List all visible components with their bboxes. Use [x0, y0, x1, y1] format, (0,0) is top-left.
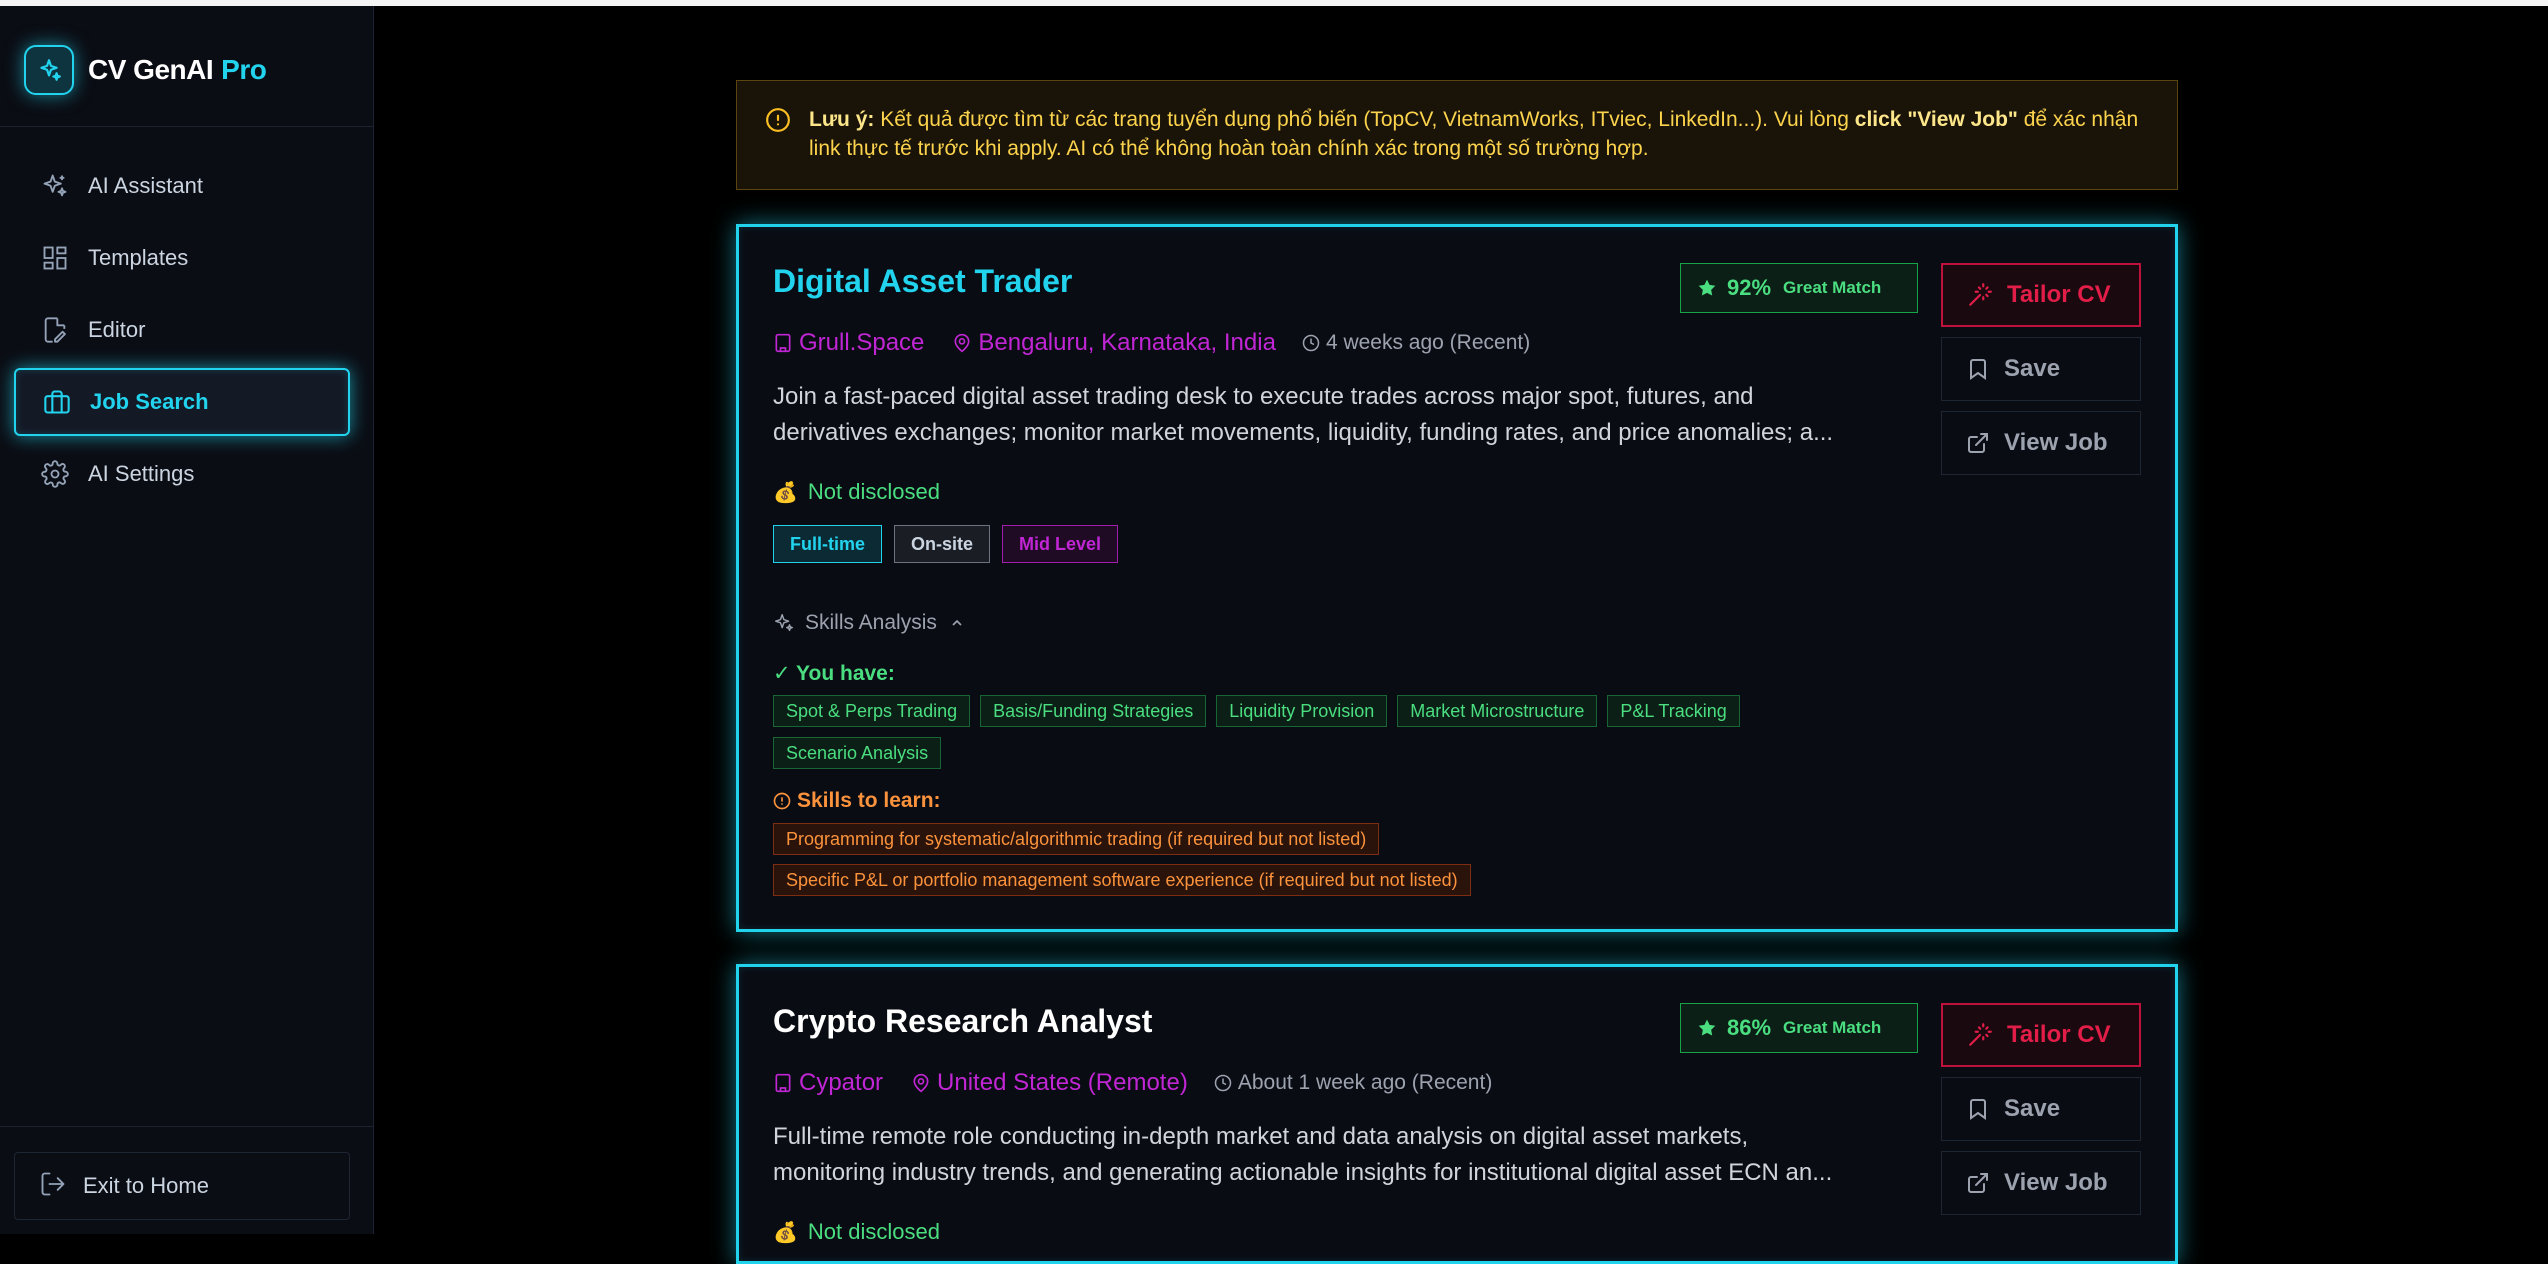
building-icon	[775, 1073, 791, 1093]
money-bag-icon: 💰	[773, 1221, 798, 1244]
brand[interactable]: CV GenAI Pro	[24, 42, 267, 98]
sidebar-item-label: Editor	[88, 317, 146, 342]
location: Bengaluru, Karnataka, India	[952, 329, 1276, 357]
gear-icon	[40, 459, 70, 489]
notice-banner: Lưu ý: Kết quả được tìm từ các trang tuy…	[736, 80, 2178, 190]
job-actions: Tailor CV Save View Job	[1941, 1003, 2141, 1225]
skill-chip: Spot & Perps Trading	[773, 695, 971, 727]
notice-text: Lưu ý: Kết quả được tìm từ các trang tuy…	[809, 108, 2139, 160]
sidebar-item-label: AI Settings	[88, 461, 195, 486]
skill-chip: Market Microstructure	[1397, 695, 1598, 727]
skill-chip: Basis/Funding Strategies	[980, 695, 1207, 727]
sidebar-item-ai-settings[interactable]: AI Settings	[14, 440, 350, 508]
tag-employment-type: Full-time	[773, 525, 882, 563]
missing-skills: Programming for systematic/algorithmic t…	[773, 823, 1471, 905]
sidebar-item-label: AI Assistant	[88, 173, 203, 198]
skills-analysis-toggle[interactable]: Skills Analysis	[773, 611, 965, 635]
brand-name: CV GenAI Pro	[88, 54, 267, 85]
alert-circle-icon	[765, 107, 791, 133]
pro-badge: Pro	[221, 54, 267, 85]
exit-label: Exit to Home	[83, 1173, 209, 1198]
external-link-icon	[1968, 1173, 1988, 1193]
building-icon	[775, 333, 791, 353]
match-score-badge: 92% Great Match	[1680, 263, 1918, 313]
skill-gap-chip: Programming for systematic/algorithmic t…	[773, 823, 1380, 855]
company: Grull.Space	[773, 329, 924, 357]
sidebar-item-templates[interactable]: Templates	[14, 224, 350, 292]
job-tags: Full-time On-site Mid Level	[773, 525, 1130, 563]
skill-chip: Scenario Analysis	[773, 737, 942, 769]
tag-work-site: On-site	[894, 525, 991, 563]
salary: 💰 Not disclosed	[773, 479, 940, 504]
top-strip	[0, 0, 2548, 6]
money-bag-icon: 💰	[773, 481, 798, 504]
you-have-heading: ✓ You have:	[773, 662, 895, 685]
divider	[0, 126, 374, 127]
matched-skills: Spot & Perps Trading Basis/Funding Strat…	[773, 695, 1873, 779]
tag-level: Mid Level	[1002, 525, 1119, 563]
posted-time: 4 weeks ago (Recent)	[1302, 331, 1530, 355]
tailor-cv-button[interactable]: Tailor CV	[1941, 263, 2141, 327]
company: Cypator	[773, 1069, 883, 1097]
sidebar-item-ai-assistant[interactable]: AI Assistant	[14, 152, 350, 220]
map-pin-icon	[954, 333, 970, 353]
exit-to-home-button[interactable]: Exit to Home	[14, 1152, 350, 1220]
star-icon	[1698, 1019, 1716, 1036]
alert-circle-icon	[773, 792, 791, 810]
logout-icon	[39, 1170, 67, 1203]
skill-chip: Liquidity Provision	[1216, 695, 1388, 727]
bookmark-icon	[1970, 1099, 1986, 1120]
grid-icon	[40, 243, 70, 273]
external-link-icon	[1968, 433, 1988, 453]
save-button[interactable]: Save	[1941, 337, 2141, 401]
star-icon	[1698, 279, 1716, 296]
bookmark-icon	[1970, 359, 1986, 380]
skill-chip: P&L Tracking	[1607, 695, 1740, 727]
job-meta: Cypator United States (Remote) About 1 w…	[773, 1069, 1492, 1097]
divider	[0, 1126, 374, 1127]
save-button[interactable]: Save	[1941, 1077, 2141, 1141]
job-title[interactable]: Crypto Research Analyst	[773, 1003, 1152, 1040]
map-pin-icon	[913, 1073, 929, 1093]
briefcase-icon	[42, 387, 72, 417]
job-actions: Tailor CV Save View Job	[1941, 263, 2141, 485]
job-description: Join a fast-paced digital asset trading …	[773, 383, 1834, 446]
file-edit-icon	[40, 315, 70, 345]
job-description: Full-time remote role conducting in-dept…	[773, 1123, 1833, 1186]
sidebar-item-label: Templates	[88, 245, 189, 270]
job-card: Digital Asset Trader Grull.Space Bengalu…	[736, 224, 2178, 932]
job-card: Crypto Research Analyst Cypator United S…	[736, 964, 2178, 1264]
view-job-button[interactable]: View Job	[1941, 411, 2141, 475]
posted-time: About 1 week ago (Recent)	[1214, 1071, 1492, 1095]
location: United States (Remote)	[911, 1069, 1188, 1097]
sidebar-item-label: Job Search	[90, 389, 209, 414]
skills-to-learn-heading: Skills to learn:	[773, 789, 941, 813]
sidebar: CV GenAI Pro AI Assistant Templates Edito…	[0, 6, 374, 1234]
sparkles-icon	[40, 171, 70, 201]
match-score-badge: 86% Great Match	[1680, 1003, 1918, 1053]
tailor-cv-button[interactable]: Tailor CV	[1941, 1003, 2141, 1067]
magic-wand-icon	[1969, 1023, 1992, 1046]
sparkles-icon	[24, 45, 74, 95]
skill-gap-chip: Specific P&L or portfolio management sof…	[773, 864, 1471, 896]
clock-icon	[1302, 334, 1320, 352]
view-job-button[interactable]: View Job	[1941, 1151, 2141, 1215]
magic-wand-icon	[1969, 283, 1992, 306]
chevron-up-icon	[952, 619, 962, 626]
sidebar-nav: AI Assistant Templates Editor Job Search…	[14, 152, 350, 512]
sparkles-icon	[775, 614, 793, 632]
clock-icon	[1214, 1074, 1232, 1092]
job-meta: Grull.Space Bengaluru, Karnataka, India …	[773, 329, 1530, 357]
job-title[interactable]: Digital Asset Trader	[773, 263, 1072, 300]
sidebar-item-job-search[interactable]: Job Search	[14, 368, 350, 436]
salary: 💰 Not disclosed	[773, 1219, 940, 1244]
sidebar-item-editor[interactable]: Editor	[14, 296, 350, 364]
